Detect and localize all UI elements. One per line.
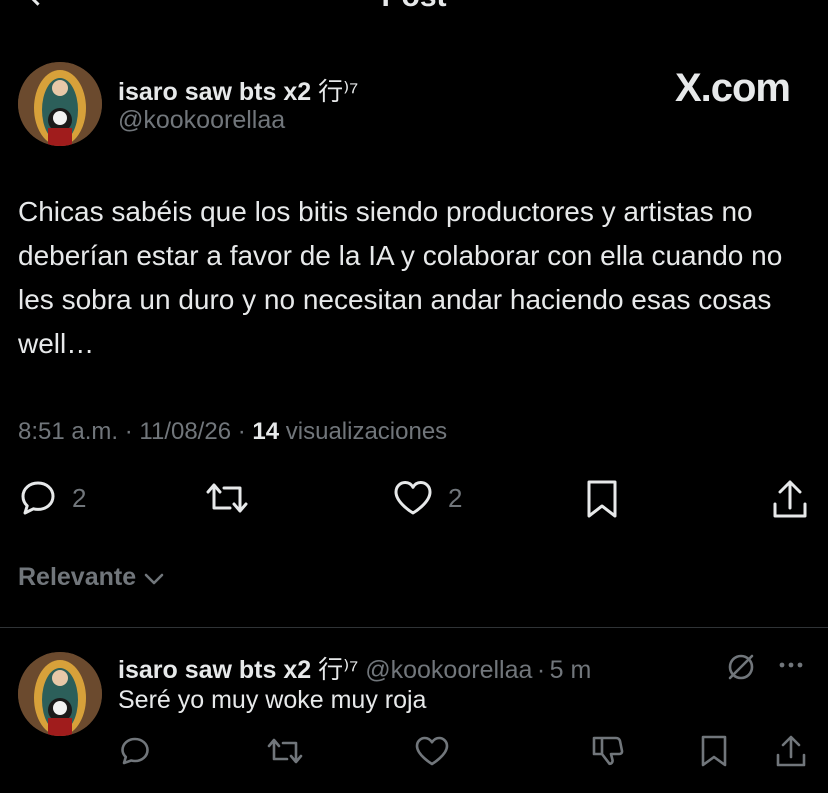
author-handle[interactable]: @kookoorellaa xyxy=(118,106,285,135)
reply-avatar[interactable] xyxy=(18,652,102,736)
like-count: 2 xyxy=(448,482,463,513)
post-time[interactable]: 8:51 a.m. xyxy=(18,418,118,445)
reply-author-badge: ⾏⁾⁷ xyxy=(318,656,359,684)
reply-icon xyxy=(121,737,149,765)
post-date[interactable]: 11/08/26 xyxy=(139,418,231,445)
reply-author-name[interactable]: isaro saw bts x2 ⾏⁾⁷ xyxy=(118,656,365,684)
avatar-image xyxy=(18,62,102,146)
repost-icon xyxy=(206,483,248,513)
reply-downvote-button[interactable] xyxy=(590,734,626,773)
share-icon xyxy=(773,480,807,518)
like-button[interactable]: 2 xyxy=(392,478,462,518)
reply-age[interactable]: 5 m xyxy=(550,656,592,684)
reply-like-button[interactable] xyxy=(414,734,450,773)
separator-dot: · xyxy=(536,656,546,684)
reply-header: isaro saw bts x2 ⾏⁾⁷ @kookoorellaa · 5 m xyxy=(118,650,591,686)
bookmark-button[interactable] xyxy=(584,478,620,520)
reply-count: 2 xyxy=(72,482,87,513)
author-name[interactable]: isaro saw bts x2 ⾏⁾⁷ xyxy=(118,72,358,108)
reply-repost-button[interactable] xyxy=(266,734,304,773)
grok-button[interactable] xyxy=(724,650,758,689)
grok-icon xyxy=(728,654,754,680)
heart-icon xyxy=(415,736,449,766)
repost-icon xyxy=(267,738,303,764)
reply-bookmark-button[interactable] xyxy=(698,734,730,773)
views-label: visualizaciones xyxy=(285,418,448,445)
post-text: Chicas sabéis que los bitis siendo produ… xyxy=(18,196,783,359)
x-brand-logo: X.com xyxy=(674,66,791,110)
thumbs-down-icon xyxy=(592,736,624,766)
bookmark-icon xyxy=(587,480,617,518)
reply-handle[interactable]: @kookoorellaa xyxy=(365,656,532,684)
reply-icon xyxy=(21,481,55,515)
share-button[interactable] xyxy=(771,478,809,520)
sort-dropdown[interactable]: Relevante xyxy=(18,563,166,592)
reply-reply-button[interactable] xyxy=(118,734,152,773)
reply-text: Seré yo muy woke muy roja xyxy=(118,686,427,714)
avatar-image xyxy=(18,652,102,736)
page-title: Post xyxy=(0,0,828,14)
author-badge: ⾏⁾⁷ xyxy=(318,78,359,106)
reply-button[interactable]: 2 xyxy=(18,478,86,518)
bookmark-icon xyxy=(701,735,727,767)
views-count: 14 xyxy=(252,418,280,445)
author-name-text: isaro saw bts x2 xyxy=(118,78,312,106)
more-dots-icon xyxy=(779,662,803,668)
share-icon xyxy=(776,735,806,767)
top-bar: Post xyxy=(0,0,828,40)
heart-icon xyxy=(394,481,432,515)
chevron-down-icon xyxy=(144,573,164,584)
more-icon[interactable] xyxy=(776,650,806,687)
repost-button[interactable] xyxy=(204,478,250,518)
reply-author-name-text: isaro saw bts x2 xyxy=(118,656,312,684)
avatar[interactable] xyxy=(18,62,102,146)
sort-label: Relevante xyxy=(18,563,137,591)
reply-share-button[interactable] xyxy=(774,734,808,773)
post-meta: 8:51 a.m. · 11/08/26 · 14 visualizacione… xyxy=(18,418,448,445)
divider xyxy=(0,627,828,628)
